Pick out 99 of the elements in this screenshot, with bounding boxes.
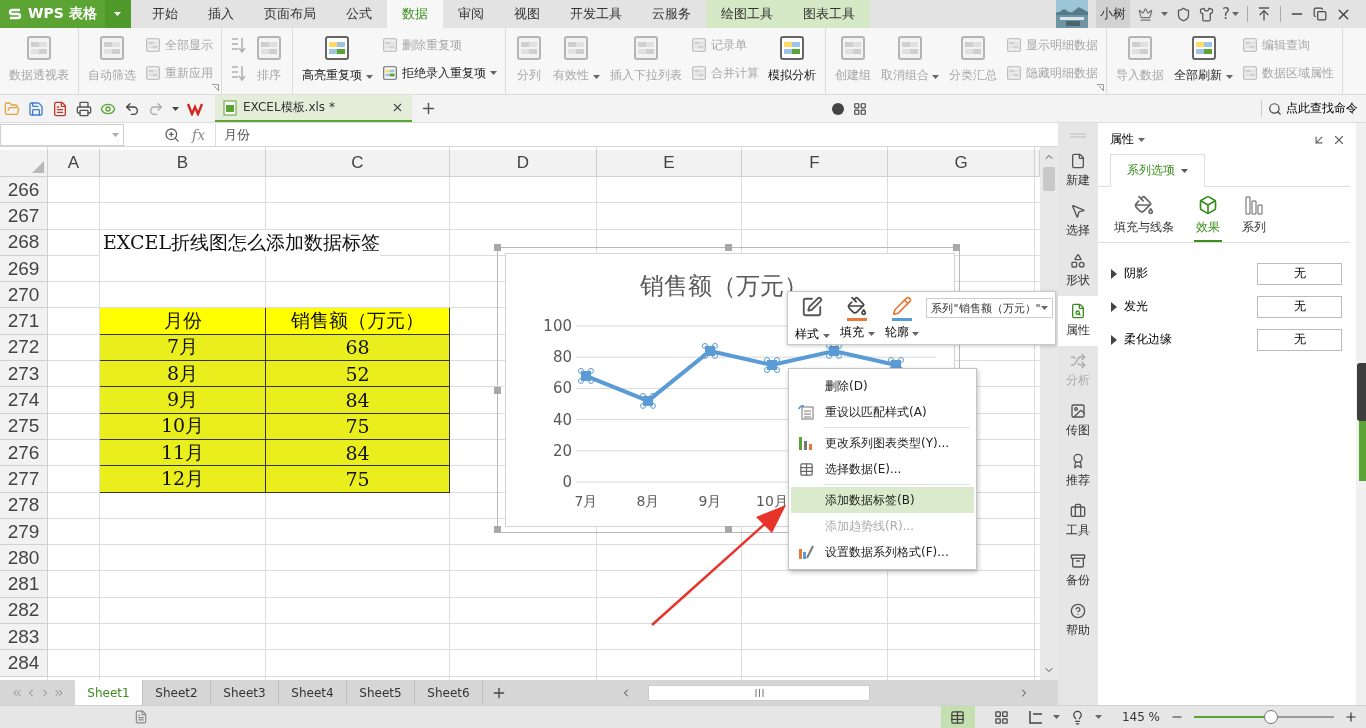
axis-label: 0 <box>562 473 572 491</box>
help-button[interactable]: ? <box>1222 5 1239 23</box>
side-tool[interactable]: 选择 <box>1058 196 1098 246</box>
menu-tab[interactable]: 插入 <box>192 0 249 28</box>
sheet-tab[interactable]: Sheet1 <box>75 680 143 705</box>
side-tool[interactable]: 备份 <box>1058 546 1098 596</box>
chart-tool-button[interactable]: 填充 <box>836 296 878 341</box>
row-header[interactable]: 276 <box>0 439 48 467</box>
menu-tab[interactable]: 开发工具 <box>554 0 637 28</box>
column-header[interactable]: G <box>888 150 1035 177</box>
row-header[interactable]: 267 <box>0 203 48 230</box>
axis-label: 80 <box>552 348 572 367</box>
row-header[interactable]: 274 <box>0 387 48 414</box>
table-cell: 9月 <box>100 387 266 414</box>
effect-toggle[interactable]: 柔化边缘 <box>1110 331 1172 348</box>
side-tool[interactable]: 传图 <box>1058 396 1098 446</box>
axis-label: 7月 <box>574 493 598 509</box>
row-header[interactable]: 280 <box>0 545 48 572</box>
panel-title-button[interactable]: 属性 <box>1110 131 1145 148</box>
menu-tab[interactable]: 公式 <box>330 0 387 28</box>
series-select[interactable]: 系列"销售额（万元）" <box>926 298 1053 318</box>
row-header[interactable]: 272 <box>0 334 48 362</box>
table-cell: 8月 <box>100 361 266 388</box>
table-cell: 52 <box>266 361 450 388</box>
chart-tool-button[interactable]: 样式 <box>792 296 833 343</box>
menu-tab[interactable]: 绘图工具 <box>705 0 788 28</box>
table-cell: 12月 <box>100 466 266 493</box>
ribbon-button[interactable]: 全部刷新 <box>1170 31 1238 87</box>
find-command-button[interactable]: 点此查找命令 <box>1261 100 1364 117</box>
menu-tab[interactable]: 页面布局 <box>248 0 331 28</box>
side-tool[interactable]: 帮助 <box>1058 596 1098 646</box>
side-tool[interactable]: 推荐 <box>1058 446 1098 496</box>
column-header[interactable]: C <box>266 150 450 177</box>
ribbon-button[interactable]: 模拟分析 <box>763 31 820 87</box>
column-header[interactable]: A <box>48 150 100 177</box>
menu-item[interactable]: 设置数据系列格式(F)... <box>791 539 974 565</box>
row-header[interactable]: 281 <box>0 571 48 598</box>
row-header[interactable]: 271 <box>0 308 48 335</box>
properties-subtab[interactable]: 系列 <box>1240 195 1268 242</box>
cell-text: EXCEL折线图怎么添加数据标签 <box>100 229 381 256</box>
side-tool[interactable]: 形状 <box>1058 246 1098 296</box>
axis-label: 10月 <box>756 493 788 509</box>
properties-subtab[interactable]: 填充与线条 <box>1112 195 1176 242</box>
axis-label: 60 <box>552 379 572 398</box>
axis-label: 100 <box>543 317 572 335</box>
menu-tab[interactable]: 云服务 <box>636 0 706 28</box>
menu-tab[interactable]: 数据 <box>386 0 443 28</box>
row-header[interactable]: 284 <box>0 650 48 677</box>
effect-value-button[interactable]: 无 <box>1257 295 1342 318</box>
table-cell: 月份 <box>100 308 266 335</box>
table-cell: 11月 <box>100 439 266 467</box>
properties-subtab[interactable]: 效果 <box>1194 195 1222 242</box>
side-tool[interactable]: 属性 <box>1058 296 1098 346</box>
effect-toggle[interactable]: 阴影 <box>1110 265 1148 282</box>
menu-tab[interactable]: 开始 <box>136 0 193 28</box>
menu-tab[interactable]: 视图 <box>498 0 555 28</box>
column-header[interactable]: D <box>450 150 597 177</box>
document-tab[interactable]: EXCEL模板.xls * <box>215 95 412 122</box>
effect-toggle[interactable]: 发光 <box>1110 298 1148 315</box>
row-header[interactable]: 277 <box>0 466 48 493</box>
row-header[interactable]: 268 <box>0 229 48 256</box>
table-cell: 84 <box>266 439 450 467</box>
table-cell: 75 <box>266 466 450 493</box>
table-cell: 84 <box>266 387 450 414</box>
row-header[interactable]: 269 <box>0 255 48 283</box>
row-header[interactable]: 275 <box>0 413 48 440</box>
column-header[interactable]: E <box>597 150 742 177</box>
effect-value-button[interactable]: 无 <box>1257 328 1342 351</box>
menu-item[interactable]: 添加数据标签(B) <box>791 487 974 513</box>
row-header[interactable]: 282 <box>0 597 48 625</box>
row-header[interactable]: 278 <box>0 492 48 519</box>
series-options-tab[interactable]: 系列选项 <box>1110 154 1205 187</box>
menu-tab[interactable]: 图表工具 <box>787 0 870 28</box>
row-header[interactable]: 266 <box>0 177 48 204</box>
side-tool[interactable]: 工具 <box>1058 496 1098 546</box>
column-header[interactable]: F <box>742 150 888 177</box>
row-header[interactable]: 283 <box>0 624 48 651</box>
row-header[interactable]: 279 <box>0 518 48 546</box>
effect-value-button[interactable]: 无 <box>1257 262 1342 285</box>
axis-label: 40 <box>552 410 572 429</box>
ribbon-button[interactable]: 拒绝录入重复项 <box>378 61 500 85</box>
side-tool[interactable]: 新建 <box>1058 146 1098 196</box>
row-header[interactable]: 270 <box>0 282 48 309</box>
column-header[interactable]: B <box>100 150 266 177</box>
table-cell: 10月 <box>100 413 266 440</box>
axis-label: 8月 <box>636 493 660 509</box>
table-cell: 75 <box>266 413 450 440</box>
ribbon-button[interactable]: 高亮重复项 <box>298 31 377 87</box>
zoom-level: 145 % <box>1121 710 1160 724</box>
chart-tool-button[interactable]: 轮廓 <box>881 296 923 341</box>
user-name[interactable]: 小树 <box>1096 0 1131 28</box>
table-cell: 68 <box>266 334 450 362</box>
table-cell: 7月 <box>100 334 266 362</box>
menu-tab[interactable]: 审阅 <box>442 0 499 28</box>
axis-label: 20 <box>552 441 572 460</box>
axis-label: 9月 <box>698 493 722 509</box>
row-header[interactable]: 273 <box>0 361 48 388</box>
fx-label[interactable]: fx <box>192 126 206 143</box>
table-cell: 销售额（万元） <box>266 308 450 335</box>
